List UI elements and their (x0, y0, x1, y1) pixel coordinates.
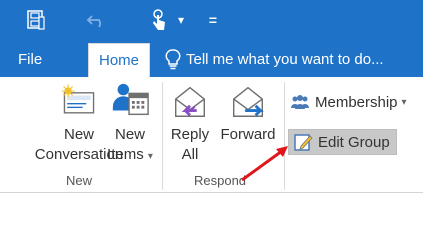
annotation-arrow-icon (241, 146, 288, 182)
